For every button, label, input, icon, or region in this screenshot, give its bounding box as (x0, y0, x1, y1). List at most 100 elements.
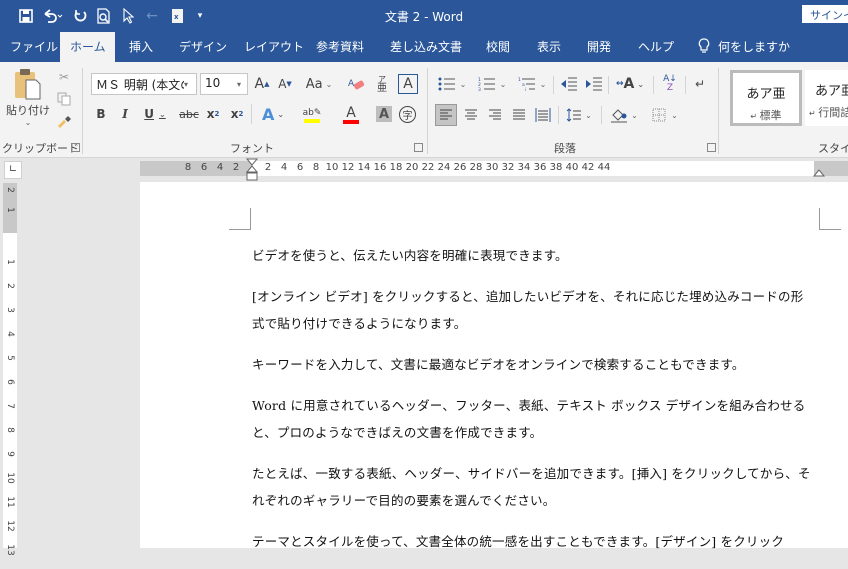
tab-view[interactable]: 表示 (527, 32, 571, 62)
shrink-font-icon[interactable]: A ▼ (275, 74, 295, 94)
character-border-icon[interactable]: A (398, 74, 418, 94)
chevron-down-icon: ▾ (237, 80, 242, 89)
svg-text:3: 3 (478, 87, 481, 91)
signin-button[interactable]: サインイン (802, 5, 848, 23)
font-name-select[interactable]: ＭＳ 明朝 (本文のフ▾ (91, 73, 197, 95)
ruler-tick: 22 (421, 162, 435, 173)
tab-review[interactable]: 校閲 (476, 32, 520, 62)
clear-formatting-icon[interactable]: A (346, 74, 368, 94)
tab-design[interactable]: デザイン (169, 32, 237, 62)
tab-mailings[interactable]: 差し込み文書 (380, 32, 472, 62)
borders-button[interactable]: ⌄ (648, 104, 682, 126)
ruler-tick: 4 (5, 331, 15, 337)
text-effects-button[interactable]: A ⌄ (258, 104, 288, 124)
decrease-indent-button[interactable] (558, 74, 580, 94)
vertical-ruler[interactable]: 2 1 1 2 3 4 5 6 7 8 9 10 11 12 13 (3, 183, 17, 556)
ribbon-tabs: ファイル ホーム 挿入 デザイン レイアウト 参考資料 差し込み文書 校閲 表示… (0, 32, 848, 62)
enclosed-character-button[interactable]: 字 (399, 106, 416, 123)
style-no-spacing[interactable]: あア亜 ↵ 行間詰め (805, 70, 848, 126)
numbering-button[interactable]: 1 2 3 ⌄ (476, 74, 508, 94)
highlight-color-bar (304, 119, 320, 123)
font-dialog-launcher[interactable] (414, 143, 423, 152)
grow-font-icon[interactable]: A ▲ (252, 74, 272, 94)
document-paragraph[interactable]: キーワードを入力して、文書に最適なビデオをオンラインで検索することもできます。 (252, 351, 812, 378)
cut-icon[interactable]: ✂ (54, 68, 74, 86)
subscript-button[interactable]: x2 (204, 104, 222, 124)
style-normal[interactable]: あア亜 ↵ 標準 (730, 70, 802, 126)
ruler-tick: 6 (200, 162, 208, 173)
group-separator (427, 68, 428, 154)
ruler-tick: 18 (389, 162, 403, 173)
tab-developer[interactable]: 開発 (577, 32, 621, 62)
justify-button[interactable] (508, 104, 530, 126)
underline-button[interactable]: U ⌄ (140, 104, 170, 124)
document-paragraph[interactable]: [オンライン ビデオ] をクリックすると、追加したいビデオを、それに応じた埋め込… (252, 283, 812, 337)
paragraph-dialog-launcher[interactable] (707, 143, 716, 152)
tell-me-box[interactable]: 何をしますか (688, 32, 800, 62)
character-shading-button[interactable]: A (376, 106, 392, 122)
phonetic-guide-icon[interactable]: ア亜 (372, 74, 392, 94)
tab-file[interactable]: ファイル (0, 32, 68, 62)
ruler-tick: 3 (5, 307, 15, 313)
ruler-tick: 28 (469, 162, 483, 173)
ruler-tick: 2 (232, 162, 240, 173)
font-color-button[interactable]: A (336, 104, 366, 126)
paste-label: 貼り付け (6, 104, 50, 117)
horizontal-ruler[interactable]: 8 6 4 2 2 4 6 8 10 12 14 16 18 20 22 24 26 28 30 32 34 36 38 40… (140, 158, 848, 181)
tell-me-label: 何をしますか (718, 40, 791, 54)
line-spacing-button[interactable]: ⌄ (563, 104, 595, 126)
document-paragraph[interactable]: たとえば、一致する表紙、ヘッダー、サイドバーを追加できます。[挿入] をクリック… (252, 460, 812, 514)
align-right-button[interactable] (484, 104, 506, 126)
lightbulb-icon (698, 32, 712, 62)
crop-mark-top-left (229, 208, 251, 230)
ruler-tick: 8 (312, 162, 320, 173)
change-case-icon[interactable]: Aa ⌄ (303, 74, 335, 94)
font-group-label: フォント (230, 142, 274, 155)
bullets-button[interactable]: ⌄ (436, 74, 468, 94)
document-paragraph[interactable]: Word に用意されているヘッダー、フッター、表紙、テキスト ボックス デザイン… (252, 392, 812, 446)
highlight-color-button[interactable]: ab✎ (296, 104, 328, 126)
document-paragraph[interactable]: テーマとスタイルを使って、文書全体の統一感を出すこともできます。[デザイン] を… (252, 528, 812, 555)
shading-button[interactable]: ⌄ (607, 104, 641, 126)
font-size-select[interactable]: 10 ▾ (200, 73, 248, 95)
show-formatting-marks-button[interactable]: ↵ (690, 74, 710, 94)
distributed-button[interactable] (532, 104, 554, 126)
tab-help[interactable]: ヘルプ (628, 32, 684, 62)
sort-button[interactable]: A↓ Z (660, 74, 680, 94)
ruler-tick: 8 (5, 427, 15, 433)
paste-button[interactable]: 貼り付け ⌄ (6, 68, 50, 130)
tab-insert[interactable]: 挿入 (119, 32, 163, 62)
chevron-down-icon: ▾ (184, 80, 189, 89)
right-indent-marker[interactable] (813, 169, 825, 179)
tab-home[interactable]: ホーム (60, 32, 115, 62)
tab-references[interactable]: 参考資料 (306, 32, 374, 62)
tab-layout[interactable]: レイアウト (234, 32, 314, 62)
ruler-tick: 10 (5, 472, 15, 484)
tab-selector-button[interactable]: ∟ (4, 161, 22, 179)
ruler-tick: 10 (325, 162, 339, 173)
italic-button[interactable]: I (116, 104, 134, 124)
document-paragraph[interactable]: ビデオを使うと、伝えたい内容を明確に表現できます。 (252, 242, 812, 269)
document-body[interactable]: ビデオを使うと、伝えたい内容を明確に表現できます。 [オンライン ビデオ] をクリ… (252, 242, 812, 569)
superscript-button[interactable]: x2 (228, 104, 246, 124)
first-line-indent-marker[interactable] (246, 158, 258, 182)
crop-mark-top-right (819, 208, 841, 230)
multilevel-list-button[interactable]: 1 a i ⌄ (516, 74, 548, 94)
group-separator (251, 104, 252, 124)
svg-text:A: A (348, 79, 355, 89)
clipboard-dialog-launcher[interactable] (71, 143, 80, 152)
bold-button[interactable]: B (92, 104, 110, 124)
document-page[interactable]: ビデオを使うと、伝えたい内容を明確に表現できます。 [オンライン ビデオ] をクリ… (140, 182, 848, 549)
font-color-bar (343, 120, 359, 124)
ruler-tick: 2 (5, 283, 15, 289)
copy-icon[interactable] (54, 90, 74, 108)
align-center-button[interactable] (460, 104, 482, 126)
ruler-tick: 34 (517, 162, 531, 173)
strikethrough-button[interactable]: abc (178, 104, 200, 124)
align-left-button[interactable] (435, 104, 457, 126)
format-painter-icon[interactable] (54, 112, 74, 130)
ruler-tick: 4 (280, 162, 288, 173)
increase-indent-button[interactable] (583, 74, 605, 94)
paragraph-group-label: 段落 (554, 142, 576, 155)
asian-layout-button[interactable]: ↔ A ⌄ (614, 74, 646, 94)
